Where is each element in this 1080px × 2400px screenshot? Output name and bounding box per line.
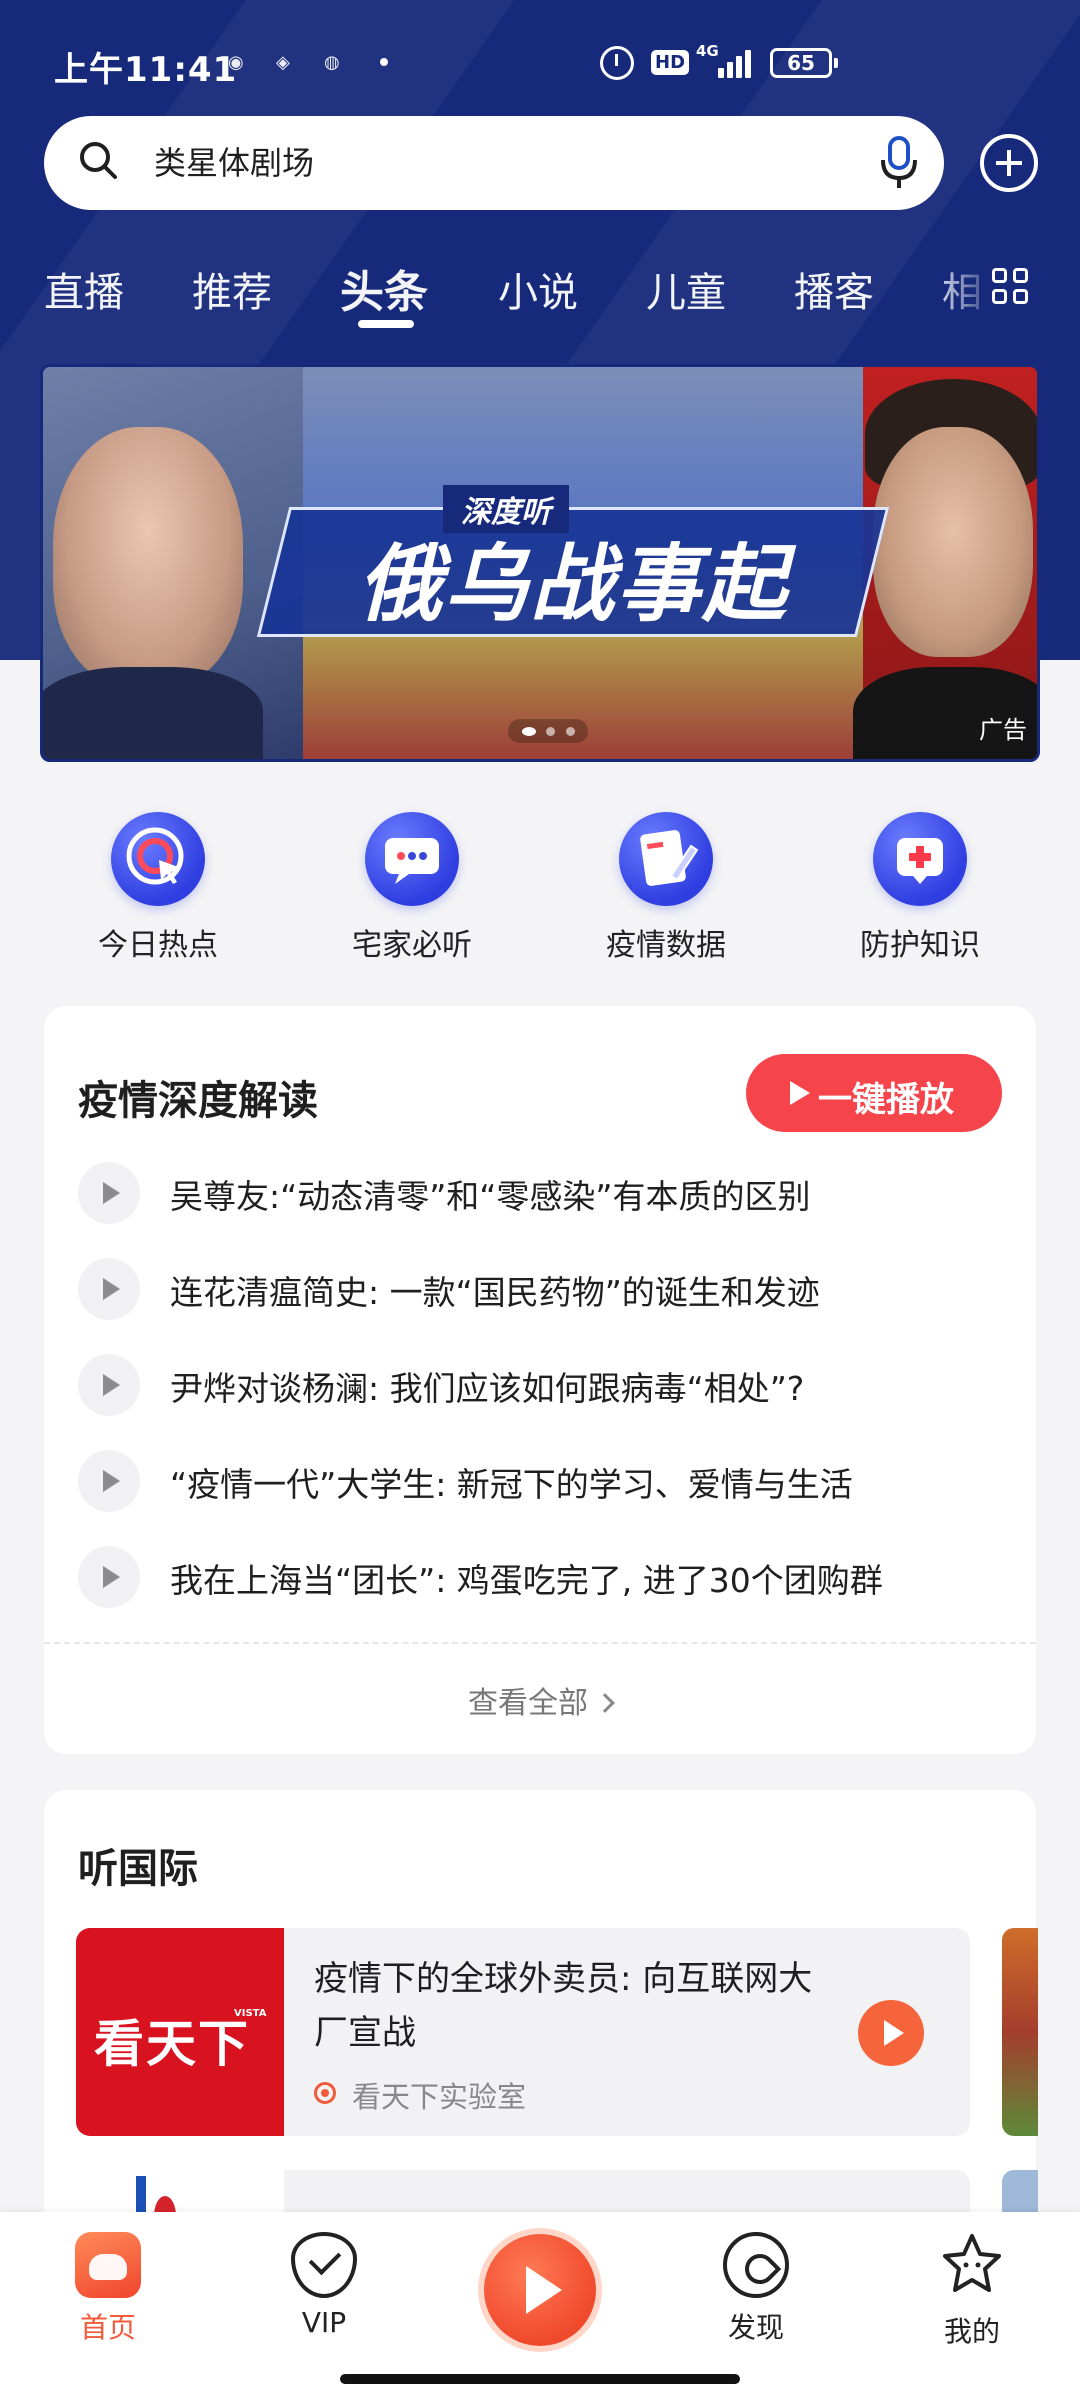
see-all-link[interactable]: 查看全部 bbox=[44, 1678, 1036, 1722]
quick-entry-must-listen[interactable]: 宅家必听 bbox=[312, 812, 512, 964]
banner-portrait-right bbox=[873, 427, 1033, 657]
chevron-right-icon bbox=[595, 1693, 615, 1713]
nav-discover[interactable]: 发现 bbox=[676, 2232, 836, 2346]
tab-headlines[interactable]: 头条 bbox=[340, 256, 428, 320]
player-play-button[interactable] bbox=[484, 2234, 596, 2346]
tab-live[interactable]: 直播 bbox=[44, 260, 124, 318]
next-card-thumbnail[interactable] bbox=[1002, 1928, 1038, 2136]
status-time: 上午11:41 bbox=[54, 50, 238, 90]
search-bar[interactable]: 类星体剧场 bbox=[44, 116, 944, 210]
divider bbox=[44, 1642, 1036, 1644]
alarm-icon bbox=[600, 46, 634, 80]
play-button[interactable] bbox=[858, 2000, 924, 2066]
nav-profile[interactable]: 我的 bbox=[892, 2232, 1052, 2350]
nav-home[interactable]: 首页 bbox=[28, 2232, 188, 2346]
play-icon bbox=[790, 1081, 810, 1105]
status-bar: 上午11:41 ◉ ◈ ◍ HD 4G 65 bbox=[0, 0, 1080, 120]
add-icon[interactable] bbox=[980, 134, 1038, 192]
section-title: 疫情深度解读 bbox=[78, 1078, 318, 1124]
home-icon bbox=[75, 2232, 141, 2298]
source-icon bbox=[314, 2082, 336, 2104]
medical-kit-icon bbox=[873, 812, 967, 906]
banner-portrait-left bbox=[53, 427, 243, 687]
play-all-button[interactable]: 一键播放 bbox=[746, 1054, 1002, 1132]
quick-entry-protection[interactable]: 防护知识 bbox=[820, 812, 1020, 964]
card-title: 疫情下的全球外卖员: 向互联网大厂宣战 bbox=[314, 1959, 813, 2053]
notification-icon: ◈ bbox=[276, 52, 290, 73]
signal-icon: 4G bbox=[696, 42, 756, 78]
tab-podcast[interactable]: 播客 bbox=[794, 260, 874, 318]
list-item[interactable]: 尹烨对谈杨澜: 我们应该如何跟病毒“相处”? bbox=[78, 1352, 1018, 1418]
discover-icon bbox=[723, 2232, 789, 2298]
quick-entry-epidemic-data[interactable]: 疫情数据 bbox=[566, 812, 766, 964]
search-query[interactable]: 类星体剧场 bbox=[154, 138, 314, 184]
chat-bubble-icon bbox=[365, 812, 459, 906]
vip-icon bbox=[291, 2232, 357, 2298]
list-item[interactable]: 我在上海当“团长”: 鸡蛋吃完了, 进了30个团购群 bbox=[78, 1544, 1018, 1610]
play-icon[interactable] bbox=[78, 1450, 140, 1512]
category-tabs: 直播 推荐 头条 小说 儿童 播客 相 bbox=[0, 260, 1080, 340]
carousel-dots bbox=[508, 719, 588, 743]
home-indicator[interactable] bbox=[340, 2374, 740, 2384]
battery-indicator: 65 bbox=[770, 48, 838, 78]
epidemic-section: 疫情深度解读 一键播放 吴尊友:“动态清零”和“零感染”有本质的区别 连花清瘟简… bbox=[44, 1006, 1036, 1754]
play-icon[interactable] bbox=[78, 1258, 140, 1320]
tab-recommend[interactable]: 推荐 bbox=[192, 260, 272, 318]
play-icon[interactable] bbox=[78, 1162, 140, 1224]
card-thumbnail: 看天下 VISTA bbox=[76, 1928, 284, 2136]
quick-entries: 今日热点 宅家必听 疫情数据 防护知识 bbox=[0, 800, 1080, 970]
search-icon bbox=[80, 142, 117, 179]
notification-icon: ◍ bbox=[324, 52, 340, 73]
play-icon[interactable] bbox=[78, 1354, 140, 1416]
section-title: 听国际 bbox=[78, 1846, 198, 1892]
document-pen-icon bbox=[619, 812, 713, 906]
audio-card[interactable]: 看天下 VISTA 疫情下的全球外卖员: 向互联网大厂宣战 看天下实验室 bbox=[76, 1928, 970, 2136]
tab-novel[interactable]: 小说 bbox=[498, 260, 578, 318]
list-item[interactable]: “疫情一代”大学生: 新冠下的学习、爱情与生活 bbox=[78, 1448, 1018, 1514]
profile-icon bbox=[943, 2234, 1001, 2292]
banner-carousel[interactable]: 俄乌战事起 深度听 广告 bbox=[40, 364, 1040, 762]
quick-entry-hot-today[interactable]: 今日热点 bbox=[58, 812, 258, 964]
nav-vip[interactable]: VIP bbox=[244, 2232, 404, 2339]
list-item[interactable]: 连花清瘟简史: 一款“国民药物”的诞生和发迹 bbox=[78, 1256, 1018, 1322]
grid-menu-icon[interactable] bbox=[992, 268, 1030, 306]
hd-badge: HD bbox=[651, 50, 690, 75]
ad-label: 广告 bbox=[979, 716, 1027, 744]
banner-subtitle: 深度听 bbox=[443, 485, 569, 533]
more-notifications-dot bbox=[380, 58, 388, 66]
target-icon bbox=[111, 812, 205, 906]
notification-icon: ◉ bbox=[228, 52, 244, 73]
active-tab-indicator bbox=[358, 320, 414, 328]
card-source: 看天下实验室 bbox=[314, 2074, 526, 2116]
microphone-icon[interactable] bbox=[878, 136, 920, 190]
banner-title: 俄乌战事起 bbox=[357, 535, 788, 633]
tab-children[interactable]: 儿童 bbox=[646, 260, 726, 318]
play-icon[interactable] bbox=[78, 1546, 140, 1608]
list-item[interactable]: 吴尊友:“动态清零”和“零感染”有本质的区别 bbox=[78, 1160, 1018, 1226]
